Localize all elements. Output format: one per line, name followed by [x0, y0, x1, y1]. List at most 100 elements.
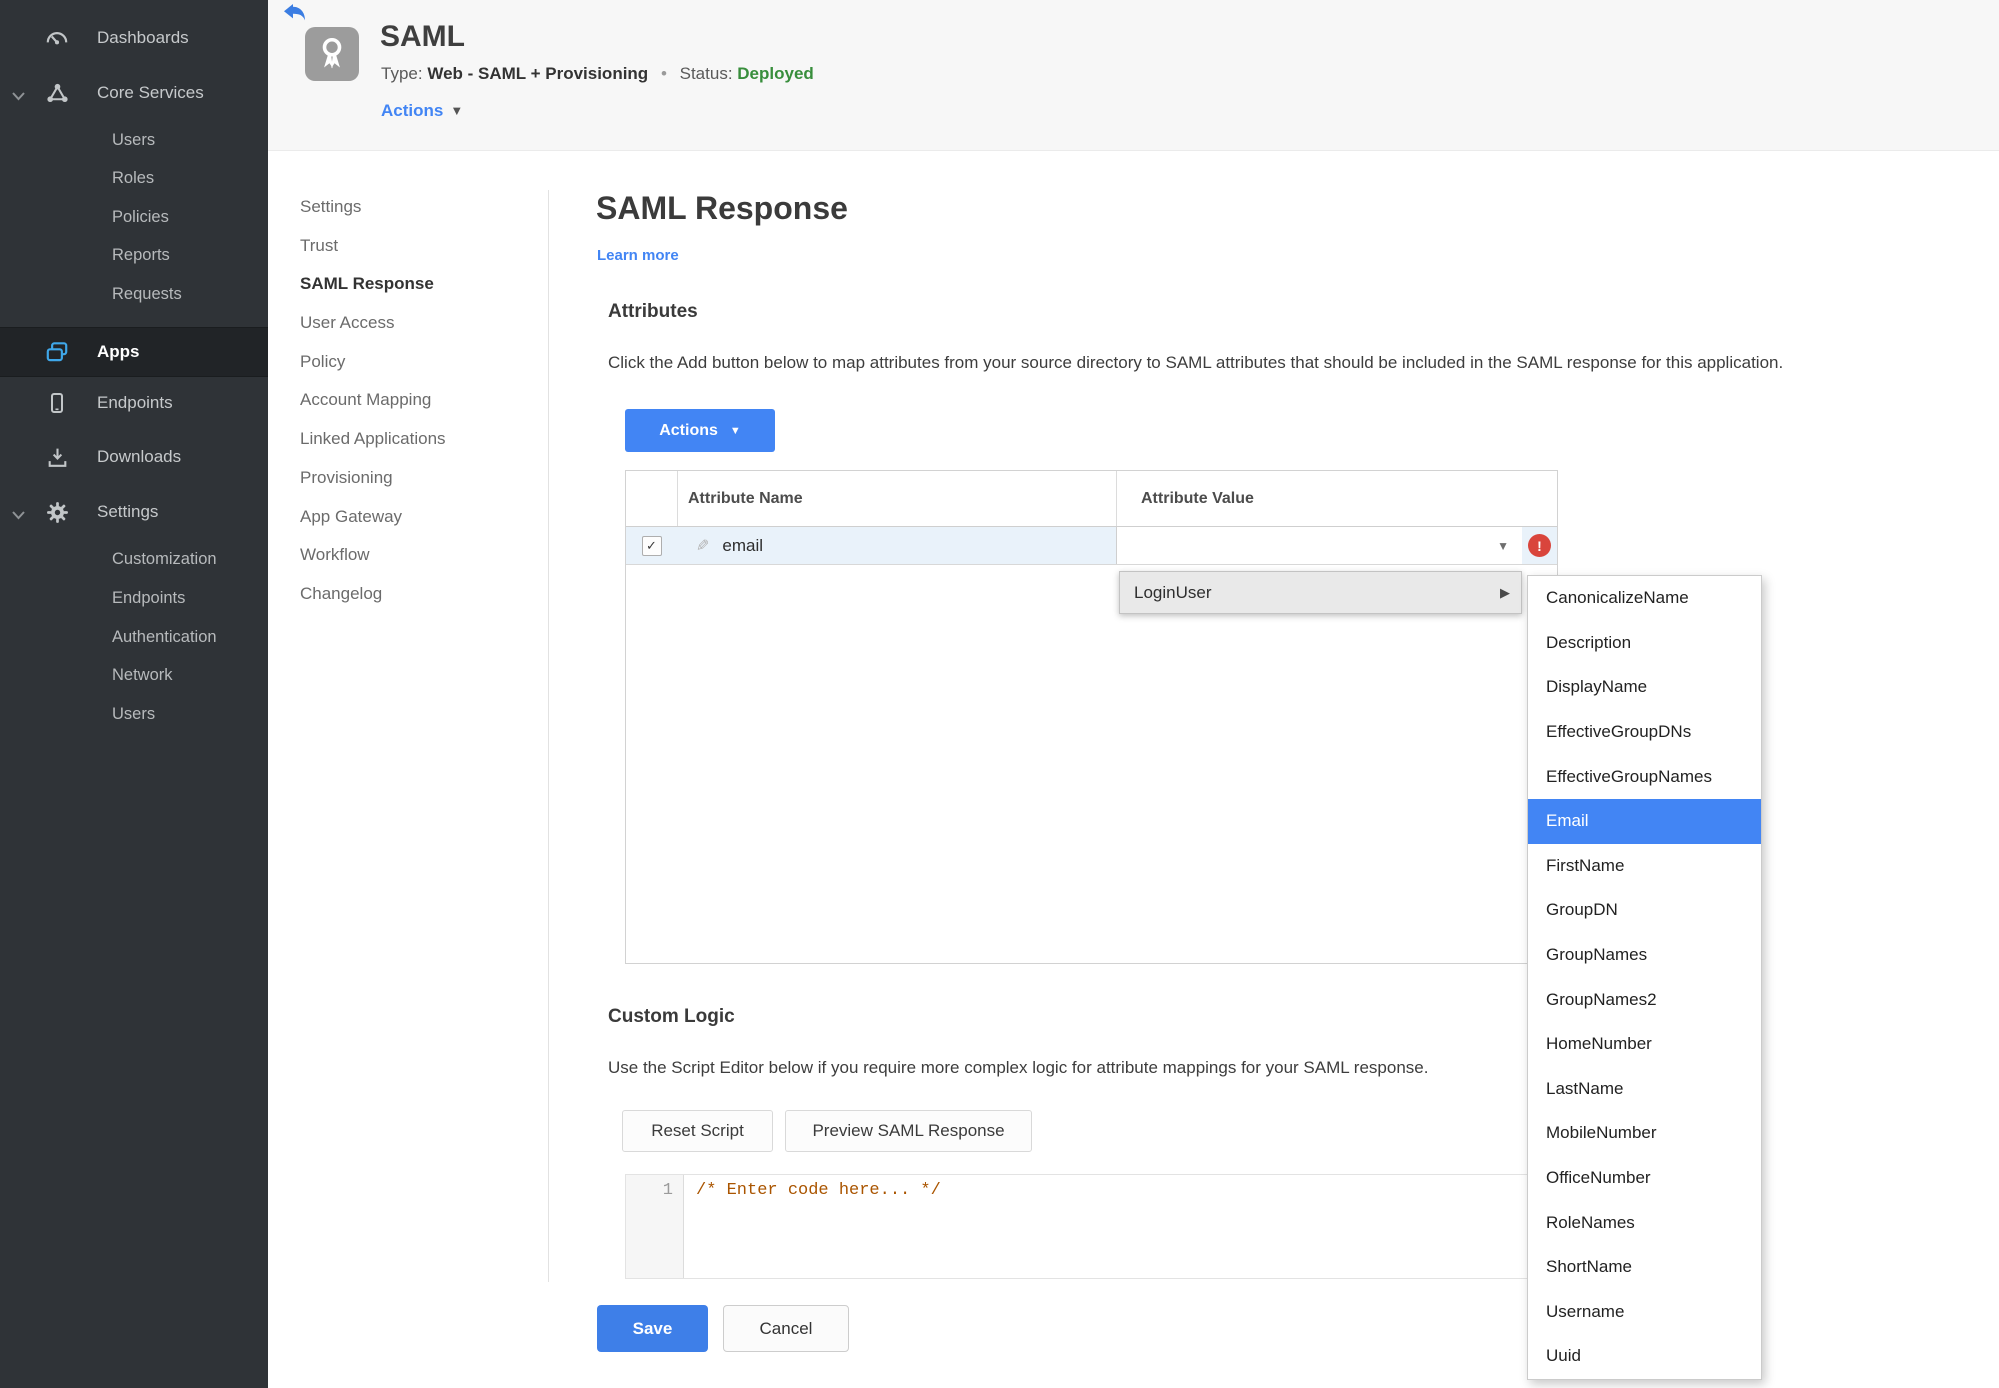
sidebar-item-policies[interactable]: Policies	[0, 202, 268, 232]
row-select-cell: ✓	[626, 527, 677, 564]
sidebar-item-apps-active[interactable]: Apps	[0, 327, 268, 377]
sidebar-item-settings-endpoints[interactable]: Endpoints	[0, 583, 268, 613]
gear-icon	[44, 499, 70, 525]
submenu-item-canonicalizename[interactable]: CanonicalizeName	[1528, 576, 1761, 621]
cancel-button[interactable]: Cancel	[723, 1305, 849, 1352]
attribute-name-cell: ✎ email	[677, 527, 1116, 564]
sidebar-item-settings-users[interactable]: Users	[0, 699, 268, 729]
tab-user-access[interactable]: User Access	[300, 313, 535, 352]
sidebar-item-label: Core Services	[97, 83, 204, 102]
reset-script-button[interactable]: Reset Script	[622, 1110, 773, 1152]
save-button[interactable]: Save	[597, 1305, 708, 1352]
editor-code-area[interactable]: /* Enter code here... */	[684, 1175, 1557, 1278]
sidebar-item-users[interactable]: Users	[0, 125, 268, 155]
attributes-table-header: Attribute Name Attribute Value	[626, 471, 1557, 527]
learn-more-link[interactable]: Learn more	[597, 247, 679, 264]
phone-icon	[44, 390, 70, 416]
error-icon: !	[1528, 534, 1551, 557]
sidebar-subitem-label: Network	[112, 665, 173, 684]
sidebar-subitem-label: Policies	[112, 207, 169, 226]
value-menu-label: LoginUser	[1134, 582, 1212, 602]
submenu-item-officenumber[interactable]: OfficeNumber	[1528, 1156, 1761, 1201]
submenu-item-effectivegroupnames[interactable]: EffectiveGroupNames	[1528, 754, 1761, 799]
tab-saml-response[interactable]: SAML Response	[300, 274, 535, 313]
table-row[interactable]: ✓ ✎ email ▼ !	[626, 527, 1557, 565]
submenu-item-groupnames2[interactable]: GroupNames2	[1528, 977, 1761, 1022]
caret-down-icon: ▼	[729, 424, 741, 437]
submenu-item-groupdn[interactable]: GroupDN	[1528, 888, 1761, 933]
edit-pencil-icon[interactable]: ✎	[696, 536, 709, 556]
attribute-value-dropdown[interactable]: ▼	[1116, 527, 1522, 564]
submenu-item-mobilenumber[interactable]: MobileNumber	[1528, 1111, 1761, 1156]
app-header: SAML Type: Web - SAML + Provisioning • S…	[268, 0, 1999, 151]
sidebar-subitem-label: Customization	[112, 549, 217, 568]
sidebar-subitem-label: Requests	[112, 284, 182, 303]
sidebar-item-customization[interactable]: Customization	[0, 544, 268, 574]
app-section-nav: Settings Trust SAML Response User Access…	[300, 197, 535, 623]
sidebar-item-endpoints[interactable]: Endpoints	[0, 388, 268, 418]
submenu-item-groupnames[interactable]: GroupNames	[1528, 933, 1761, 978]
submenu-item-username[interactable]: Username	[1528, 1290, 1761, 1335]
status-label: Status:	[679, 64, 733, 83]
sidebar-subitem-label: Reports	[112, 245, 170, 264]
tab-linked-applications[interactable]: Linked Applications	[300, 429, 535, 468]
sidebar-item-label: Settings	[97, 502, 159, 521]
attributes-actions-button[interactable]: Actions ▼	[625, 409, 775, 452]
submenu-item-firstname[interactable]: FirstName	[1528, 844, 1761, 889]
tab-changelog[interactable]: Changelog	[300, 584, 535, 623]
submenu-item-effectivegroupdns[interactable]: EffectiveGroupDNs	[1528, 710, 1761, 755]
back-arrow-icon[interactable]	[283, 3, 307, 23]
tab-provisioning[interactable]: Provisioning	[300, 468, 535, 507]
sidebar: Dashboards Core Services Users Roles Pol…	[0, 0, 268, 1388]
attributes-table: Attribute Name Attribute Value ✓ ✎ email…	[625, 470, 1558, 964]
row-checkbox[interactable]: ✓	[641, 535, 662, 556]
chevron-down-icon[interactable]	[11, 507, 26, 520]
custom-logic-heading: Custom Logic	[608, 1006, 735, 1027]
gauge-icon	[44, 25, 70, 51]
submenu-item-email-selected[interactable]: Email	[1528, 798, 1761, 844]
sidebar-item-core-services[interactable]: Core Services	[0, 78, 268, 108]
submenu-item-uuid[interactable]: Uuid	[1528, 1334, 1761, 1379]
submenu-item-rolenames[interactable]: RoleNames	[1528, 1200, 1761, 1245]
script-editor: 1 /* Enter code here... */	[625, 1174, 1558, 1279]
tab-trust[interactable]: Trust	[300, 236, 535, 275]
submenu-item-homenumber[interactable]: HomeNumber	[1528, 1022, 1761, 1067]
submenu-item-shortname[interactable]: ShortName	[1528, 1245, 1761, 1290]
submenu-item-lastname[interactable]: LastName	[1528, 1067, 1761, 1112]
tab-account-mapping[interactable]: Account Mapping	[300, 390, 535, 429]
tab-app-gateway[interactable]: App Gateway	[300, 507, 535, 546]
preview-saml-response-button[interactable]: Preview SAML Response	[785, 1110, 1032, 1152]
tab-policy[interactable]: Policy	[300, 352, 535, 391]
tab-workflow[interactable]: Workflow	[300, 545, 535, 584]
sidebar-item-label: Apps	[97, 342, 140, 361]
attribute-value-column-header: Attribute Value	[1116, 471, 1557, 526]
chevron-down-icon[interactable]	[11, 88, 26, 101]
sidebar-subitem-label: Users	[112, 704, 156, 723]
status-badge: Deployed	[737, 64, 814, 83]
sidebar-item-reports[interactable]: Reports	[0, 240, 268, 270]
sidebar-item-settings[interactable]: Settings	[0, 497, 268, 527]
tab-settings[interactable]: Settings	[300, 197, 535, 236]
app-window: Dashboards Core Services Users Roles Pol…	[0, 0, 1999, 1388]
submenu-arrow-icon: ▶	[1500, 584, 1510, 600]
header-actions-menu[interactable]: Actions ▼	[381, 101, 463, 121]
value-menu-loginuser[interactable]: LoginUser ▶	[1119, 571, 1522, 614]
sidebar-item-downloads[interactable]: Downloads	[0, 442, 268, 472]
attribute-submenu: CanonicalizeName Description DisplayName…	[1527, 575, 1762, 1380]
sidebar-item-requests[interactable]: Requests	[0, 279, 268, 309]
apps-icon	[44, 339, 70, 365]
attributes-description: Click the Add button below to map attrib…	[608, 353, 1784, 372]
nav-content-divider	[548, 190, 549, 1282]
sidebar-item-label: Endpoints	[97, 393, 173, 412]
meta-separator: •	[660, 64, 667, 83]
caret-down-icon: ▼	[450, 103, 464, 118]
app-title: SAML	[380, 20, 465, 53]
sidebar-item-network[interactable]: Network	[0, 660, 268, 690]
sidebar-item-roles[interactable]: Roles	[0, 163, 268, 193]
submenu-item-displayname[interactable]: DisplayName	[1528, 665, 1761, 710]
sidebar-item-dashboards[interactable]: Dashboards	[0, 23, 268, 53]
submenu-item-description[interactable]: Description	[1528, 621, 1761, 666]
sidebar-item-authentication[interactable]: Authentication	[0, 622, 268, 652]
app-meta: Type: Web - SAML + Provisioning • Status…	[381, 64, 814, 84]
type-value: Web - SAML + Provisioning	[427, 64, 649, 83]
